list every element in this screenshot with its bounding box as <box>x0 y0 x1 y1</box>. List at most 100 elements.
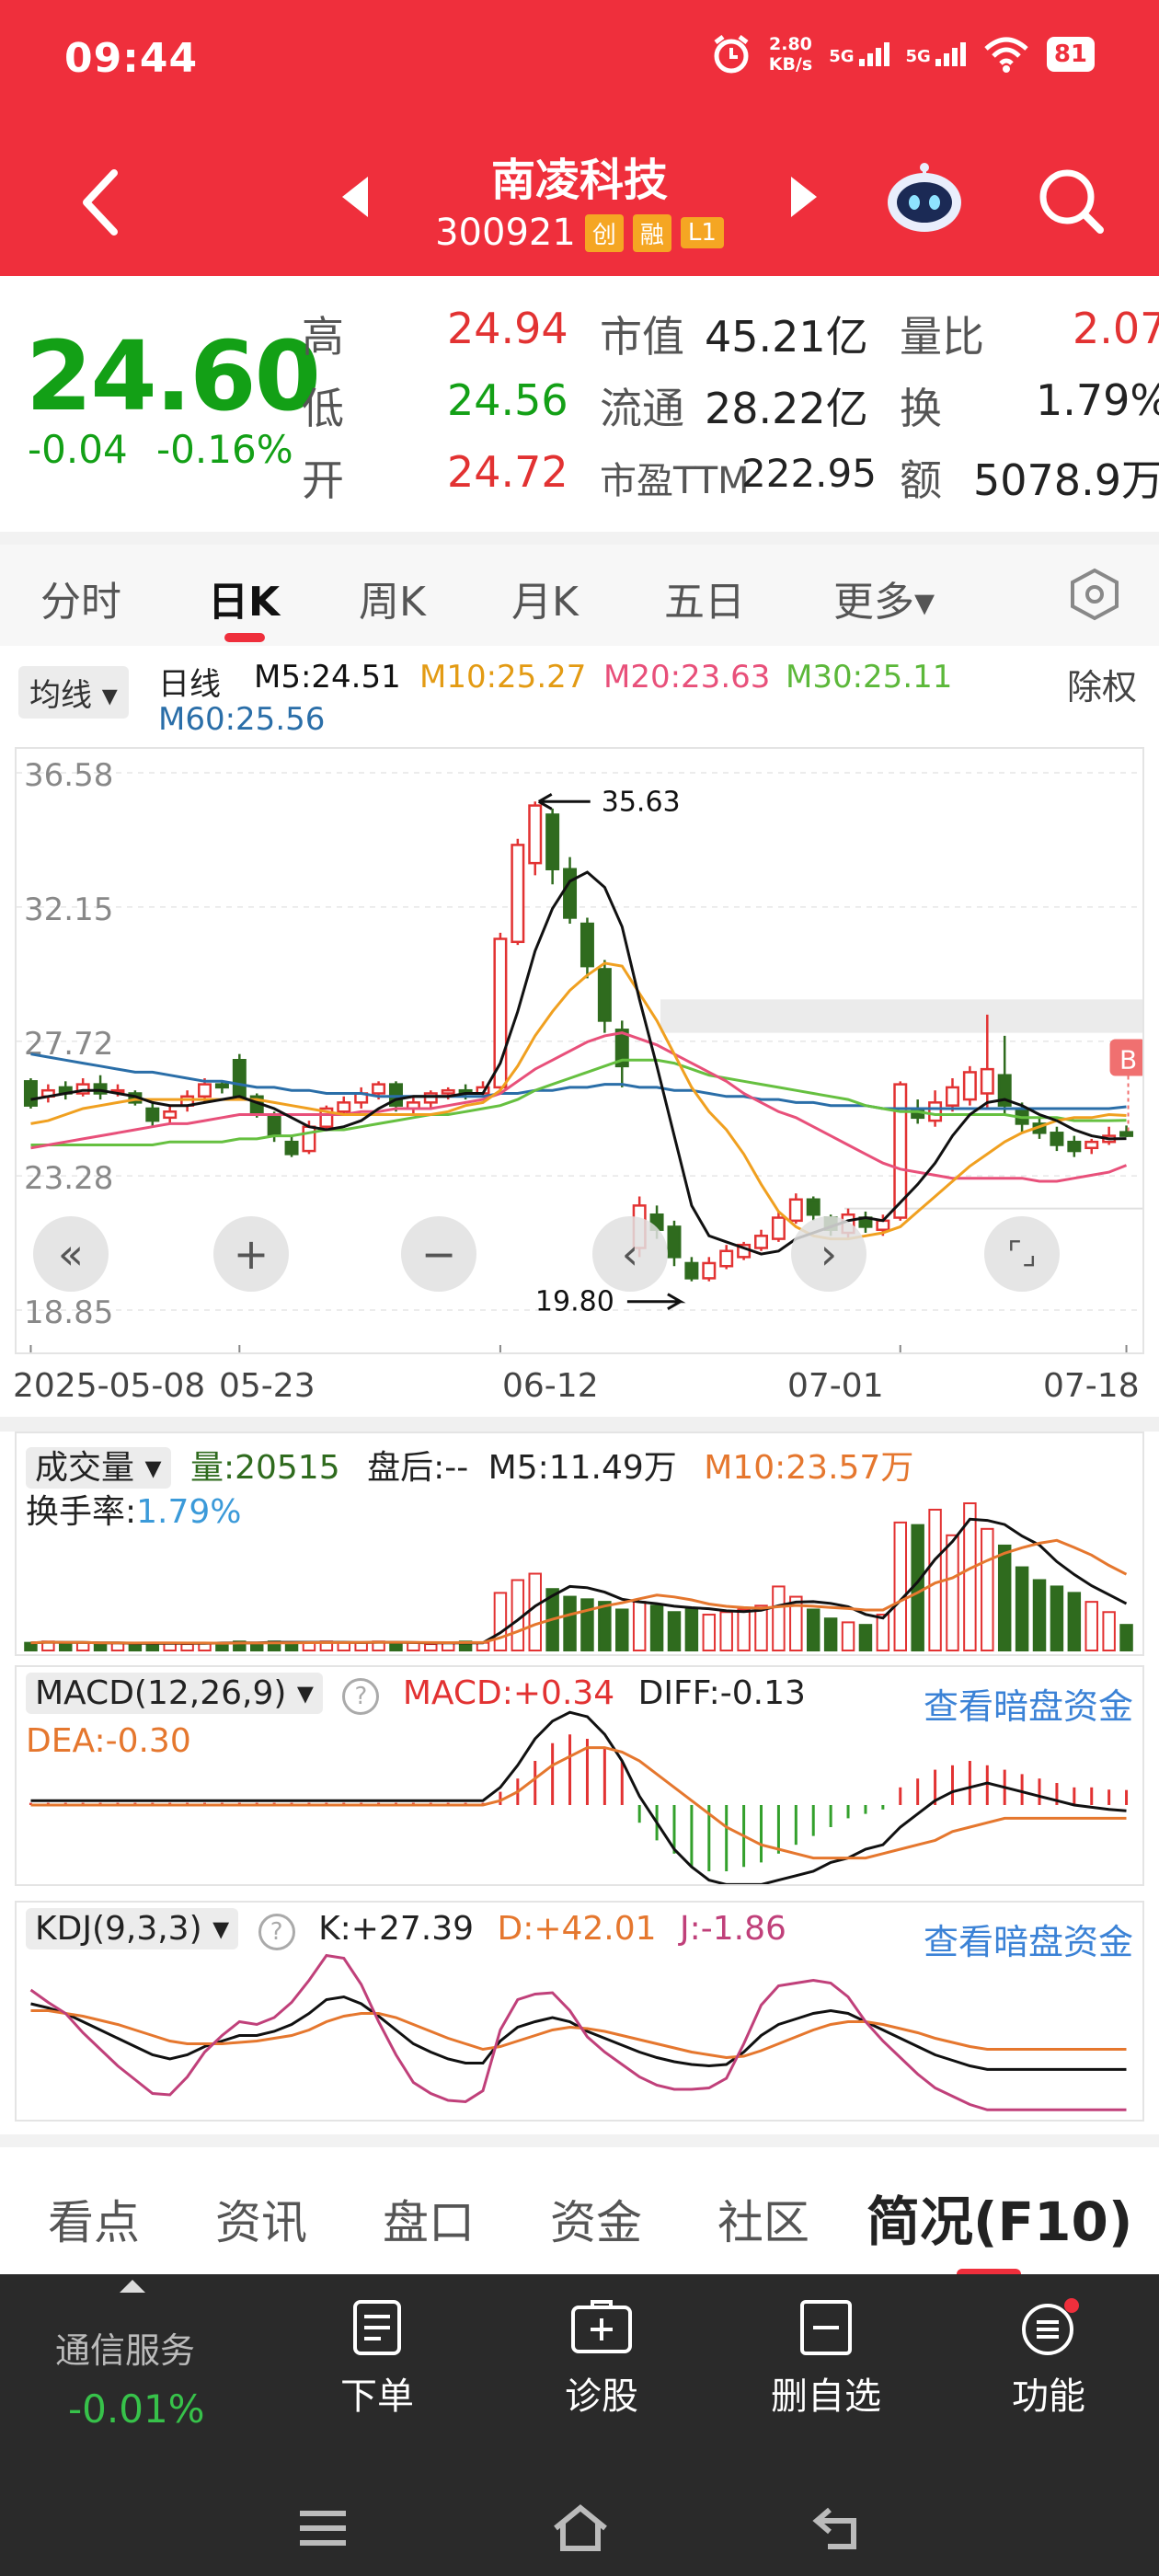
ex-rights-button[interactable]: 除权 <box>1067 659 1137 709</box>
help-icon[interactable]: ? <box>258 1914 295 1950</box>
signal-icon-1: 5G <box>829 42 889 66</box>
max-arrow <box>537 792 591 811</box>
volume-bar <box>493 1592 508 1652</box>
volume-bar <box>1119 1624 1133 1652</box>
prev-candle-button[interactable]: ‹ <box>592 1216 668 1292</box>
price-change: -0.04 -0.16% <box>28 427 293 472</box>
menu-circle-icon <box>1022 2298 1079 2355</box>
remove-icon <box>800 2300 852 2355</box>
function-button[interactable]: 功能 <box>957 2298 1141 2420</box>
stock-header: 南凌科技 300921 创 融 L1 <box>0 129 1159 276</box>
volume-bar <box>632 1601 647 1651</box>
scroll-left-button[interactable]: « <box>33 1216 109 1292</box>
tab-funds[interactable]: 资金 <box>550 2186 642 2252</box>
tab-weekly-k[interactable]: 周K <box>359 569 426 627</box>
help-icon[interactable]: ? <box>342 1678 380 1715</box>
candle-body <box>563 868 578 919</box>
tab-daily-k[interactable]: 日K <box>208 569 280 627</box>
zoom-in-button[interactable]: + <box>213 1216 289 1292</box>
y-tick-label: 36.58 <box>24 757 113 794</box>
volume-bar <box>1084 1601 1098 1651</box>
kdj-select[interactable]: KDJ(9,3,3) ▾ <box>26 1908 239 1949</box>
volume-bar <box>772 1585 786 1651</box>
tab-five-day[interactable]: 五日 <box>664 569 745 627</box>
volume-bar <box>649 1604 664 1652</box>
y-tick-label: 27.72 <box>24 1026 113 1063</box>
search-icon[interactable] <box>1034 164 1107 237</box>
home-icon[interactable] <box>548 2501 613 2556</box>
shaded-zone <box>660 999 1142 1033</box>
date-label: 07-01 <box>787 1367 884 1405</box>
macd-select[interactable]: MACD(12,26,9) ▾ <box>26 1673 323 1714</box>
vol-m5: M5:11.49万 <box>488 1449 677 1487</box>
volume-header: 成交量 ▾ 量:20515 盘后:-- M5:11.49万 M10:23.57万 <box>26 1441 913 1489</box>
volume-bar <box>1050 1585 1064 1651</box>
expand-icon[interactable] <box>120 2280 145 2293</box>
volume-panel[interactable]: 成交量 ▾ 量:20515 盘后:-- M5:11.49万 M10:23.57万… <box>15 1432 1144 1656</box>
fullscreen-button[interactable]: ⌜⌟ <box>984 1216 1060 1292</box>
candle-body <box>267 1113 281 1137</box>
float-value: 28.22亿 <box>705 384 868 433</box>
volume-bar <box>737 1608 751 1651</box>
volume-ma-line <box>30 1538 1128 1645</box>
sector-name[interactable]: 通信服务 <box>55 2322 195 2373</box>
order-button[interactable]: 下单 <box>285 2298 469 2420</box>
min-price-label: 19.80 <box>535 1286 614 1318</box>
kdj-panel[interactable]: KDJ(9,3,3) ▾ ? K:+27.39 D:+42.01 J:-1.86… <box>15 1901 1144 2122</box>
next-stock-icon[interactable] <box>791 177 817 217</box>
remove-watchlist-button[interactable]: 删自选 <box>734 2298 918 2420</box>
tab-order-book[interactable]: 盘口 <box>383 2186 475 2252</box>
turnover-rate: 1.79% <box>136 1493 242 1531</box>
tab-intraday[interactable]: 分时 <box>40 569 121 627</box>
stock-code-row: 300921 创 融 L1 <box>0 212 1159 254</box>
candle-body <box>684 1261 699 1280</box>
candle-body <box>754 1235 769 1249</box>
tab-highlights[interactable]: 看点 <box>48 2186 140 2252</box>
tag-chuang: 创 <box>584 213 624 252</box>
candle-body <box>928 1101 943 1122</box>
menu-icon[interactable] <box>291 2501 355 2556</box>
volume-bar <box>1015 1566 1029 1651</box>
candle-body <box>284 1140 299 1156</box>
tab-monthly-k[interactable]: 月K <box>511 569 579 627</box>
candle-body <box>702 1261 717 1280</box>
candle-body <box>232 1059 247 1098</box>
volume-select[interactable]: 成交量 ▾ <box>26 1447 171 1489</box>
candle-body <box>23 1080 38 1107</box>
d-value: D:+42.01 <box>497 1910 657 1948</box>
tab-community[interactable]: 社区 <box>717 2186 809 2252</box>
kline-chart[interactable]: 36.58 32.15 27.72 23.28 18.85 35.63 19.80 B « +… <box>15 747 1147 1354</box>
robot-assistant-icon[interactable] <box>883 156 966 239</box>
min-arrow <box>626 1293 686 1311</box>
ma-select[interactable]: 均线 ▾ <box>18 666 129 719</box>
candle-body <box>423 1092 438 1104</box>
zoom-out-button[interactable]: − <box>401 1216 476 1292</box>
ma30-value: M30:25.11 <box>786 659 953 696</box>
open-label: 开 <box>302 455 344 505</box>
volume-ma-line <box>30 1517 1128 1645</box>
candle-body <box>511 844 525 944</box>
next-candle-button[interactable]: › <box>791 1216 866 1292</box>
candle-body <box>1050 1132 1064 1146</box>
status-icons: 2.80 KB/s 5G 5G 81 <box>710 33 1095 75</box>
tab-news[interactable]: 资讯 <box>215 2186 307 2252</box>
ma20-line <box>30 1031 1128 1183</box>
volume-bar <box>1067 1592 1082 1652</box>
settings-hex-icon[interactable] <box>1067 567 1122 622</box>
tab-more[interactable]: 更多▾ <box>833 569 935 627</box>
active-tab-indicator <box>224 633 265 642</box>
back-nav-icon[interactable] <box>806 2501 870 2556</box>
macd-value: MACD:+0.34 <box>402 1674 615 1712</box>
ma10-value: M10:25.27 <box>419 659 587 696</box>
period-tabs: 分时 日K 周K 月K 五日 更多▾ <box>0 545 1159 646</box>
max-price-label: 35.63 <box>602 786 681 818</box>
tab-f10[interactable]: 简况(F10) <box>866 2179 1132 2256</box>
stock-code: 300921 <box>435 212 576 254</box>
volume-bar <box>806 1608 820 1651</box>
dark-pool-link[interactable]: 查看暗盘资金 <box>924 1914 1133 1964</box>
volume-ratio-label: 量比 <box>900 312 984 362</box>
macd-panel[interactable]: MACD(12,26,9) ▾ ? MACD:+0.34 DIFF:-0.13 … <box>15 1665 1144 1886</box>
dark-pool-link[interactable]: 查看暗盘资金 <box>924 1678 1133 1729</box>
diagnose-button[interactable]: 诊股 <box>510 2298 694 2420</box>
kdj_j-line <box>29 1953 1127 2111</box>
